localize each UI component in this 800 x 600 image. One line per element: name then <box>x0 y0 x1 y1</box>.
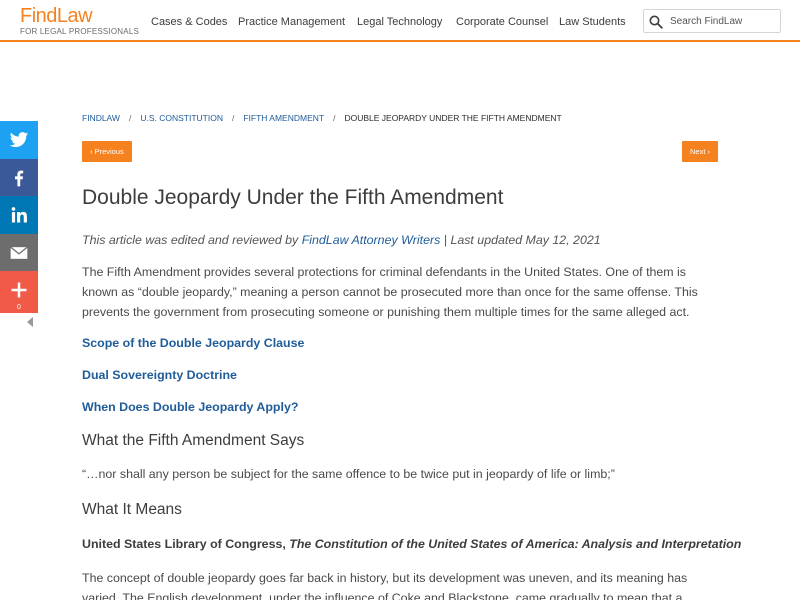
toc-link-dual-sovereignty[interactable]: Dual Sovereignty Doctrine <box>82 368 237 382</box>
section-heading-says: What the Fifth Amendment Says <box>82 432 305 449</box>
facebook-icon <box>15 170 24 186</box>
share-count: 0 <box>17 304 21 311</box>
twitter-icon <box>9 132 29 147</box>
collapse-share-bar-icon[interactable] <box>26 317 34 327</box>
article-byline: This article was edited and reviewed by … <box>82 233 601 247</box>
plus-icon <box>11 282 27 298</box>
nav-practice-management[interactable]: Practice Management <box>238 16 345 28</box>
search-box <box>643 9 781 33</box>
source-citation: United States Library of Congress, The C… <box>82 537 741 551</box>
amendment-quote: “…nor shall any person be subject for th… <box>82 467 615 481</box>
byline-author-link[interactable]: FindLaw Attorney Writers <box>302 233 441 247</box>
linkedin-share-button[interactable] <box>0 196 38 234</box>
breadcrumb-current: DOUBLE JEOPARDY UNDER THE FIFTH AMENDMEN… <box>344 113 562 123</box>
more-share-button[interactable]: 0 <box>0 271 38 313</box>
byline-suffix: | Last updated May 12, 2021 <box>440 233 601 247</box>
intro-paragraph: The Fifth Amendment provides several pro… <box>82 265 698 319</box>
breadcrumb-us-constitution[interactable]: U.S. CONSTITUTION <box>140 113 223 123</box>
body-paragraph: The concept of double jeopardy goes far … <box>82 571 688 600</box>
source-title: The Constitution of the United States of… <box>289 537 742 551</box>
page-title: Double Jeopardy Under the Fifth Amendmen… <box>82 186 504 209</box>
site-header: FindLaw FOR LEGAL PROFESSIONALS Cases & … <box>0 0 800 42</box>
email-icon <box>10 246 28 259</box>
section-heading-means: What It Means <box>82 501 182 518</box>
breadcrumb-separator: / <box>231 113 235 123</box>
breadcrumb-fifth-amendment[interactable]: FIFTH AMENDMENT <box>243 113 324 123</box>
social-share-bar: 0 <box>0 121 38 313</box>
byline-prefix: This article was edited and reviewed by <box>82 233 302 247</box>
twitter-share-button[interactable] <box>0 121 38 159</box>
source-org: United States Library of Congress, <box>82 537 290 551</box>
next-button[interactable]: Next › <box>681 141 718 162</box>
search-icon[interactable] <box>649 15 663 29</box>
nav-cases-codes[interactable]: Cases & Codes <box>151 16 227 28</box>
toc-link-scope[interactable]: Scope of the Double Jeopardy Clause <box>82 336 304 350</box>
toc-link-when-applies[interactable]: When Does Double Jeopardy Apply? <box>82 400 298 414</box>
linkedin-icon <box>11 207 27 223</box>
email-share-button[interactable] <box>0 233 38 271</box>
nav-corporate-counsel[interactable]: Corporate Counsel <box>456 16 548 28</box>
search-input[interactable] <box>670 13 778 29</box>
breadcrumb-findlaw[interactable]: FINDLAW <box>82 113 120 123</box>
nav-legal-technology[interactable]: Legal Technology <box>357 16 442 28</box>
breadcrumb-separator: / <box>128 113 132 123</box>
facebook-share-button[interactable] <box>0 158 38 196</box>
previous-button[interactable]: ‹ Previous <box>82 141 132 162</box>
breadcrumb: FINDLAW / U.S. CONSTITUTION / FIFTH AMENDMEN… <box>82 113 562 123</box>
breadcrumb-separator: / <box>333 113 336 123</box>
nav-law-students[interactable]: Law Students <box>559 16 626 28</box>
